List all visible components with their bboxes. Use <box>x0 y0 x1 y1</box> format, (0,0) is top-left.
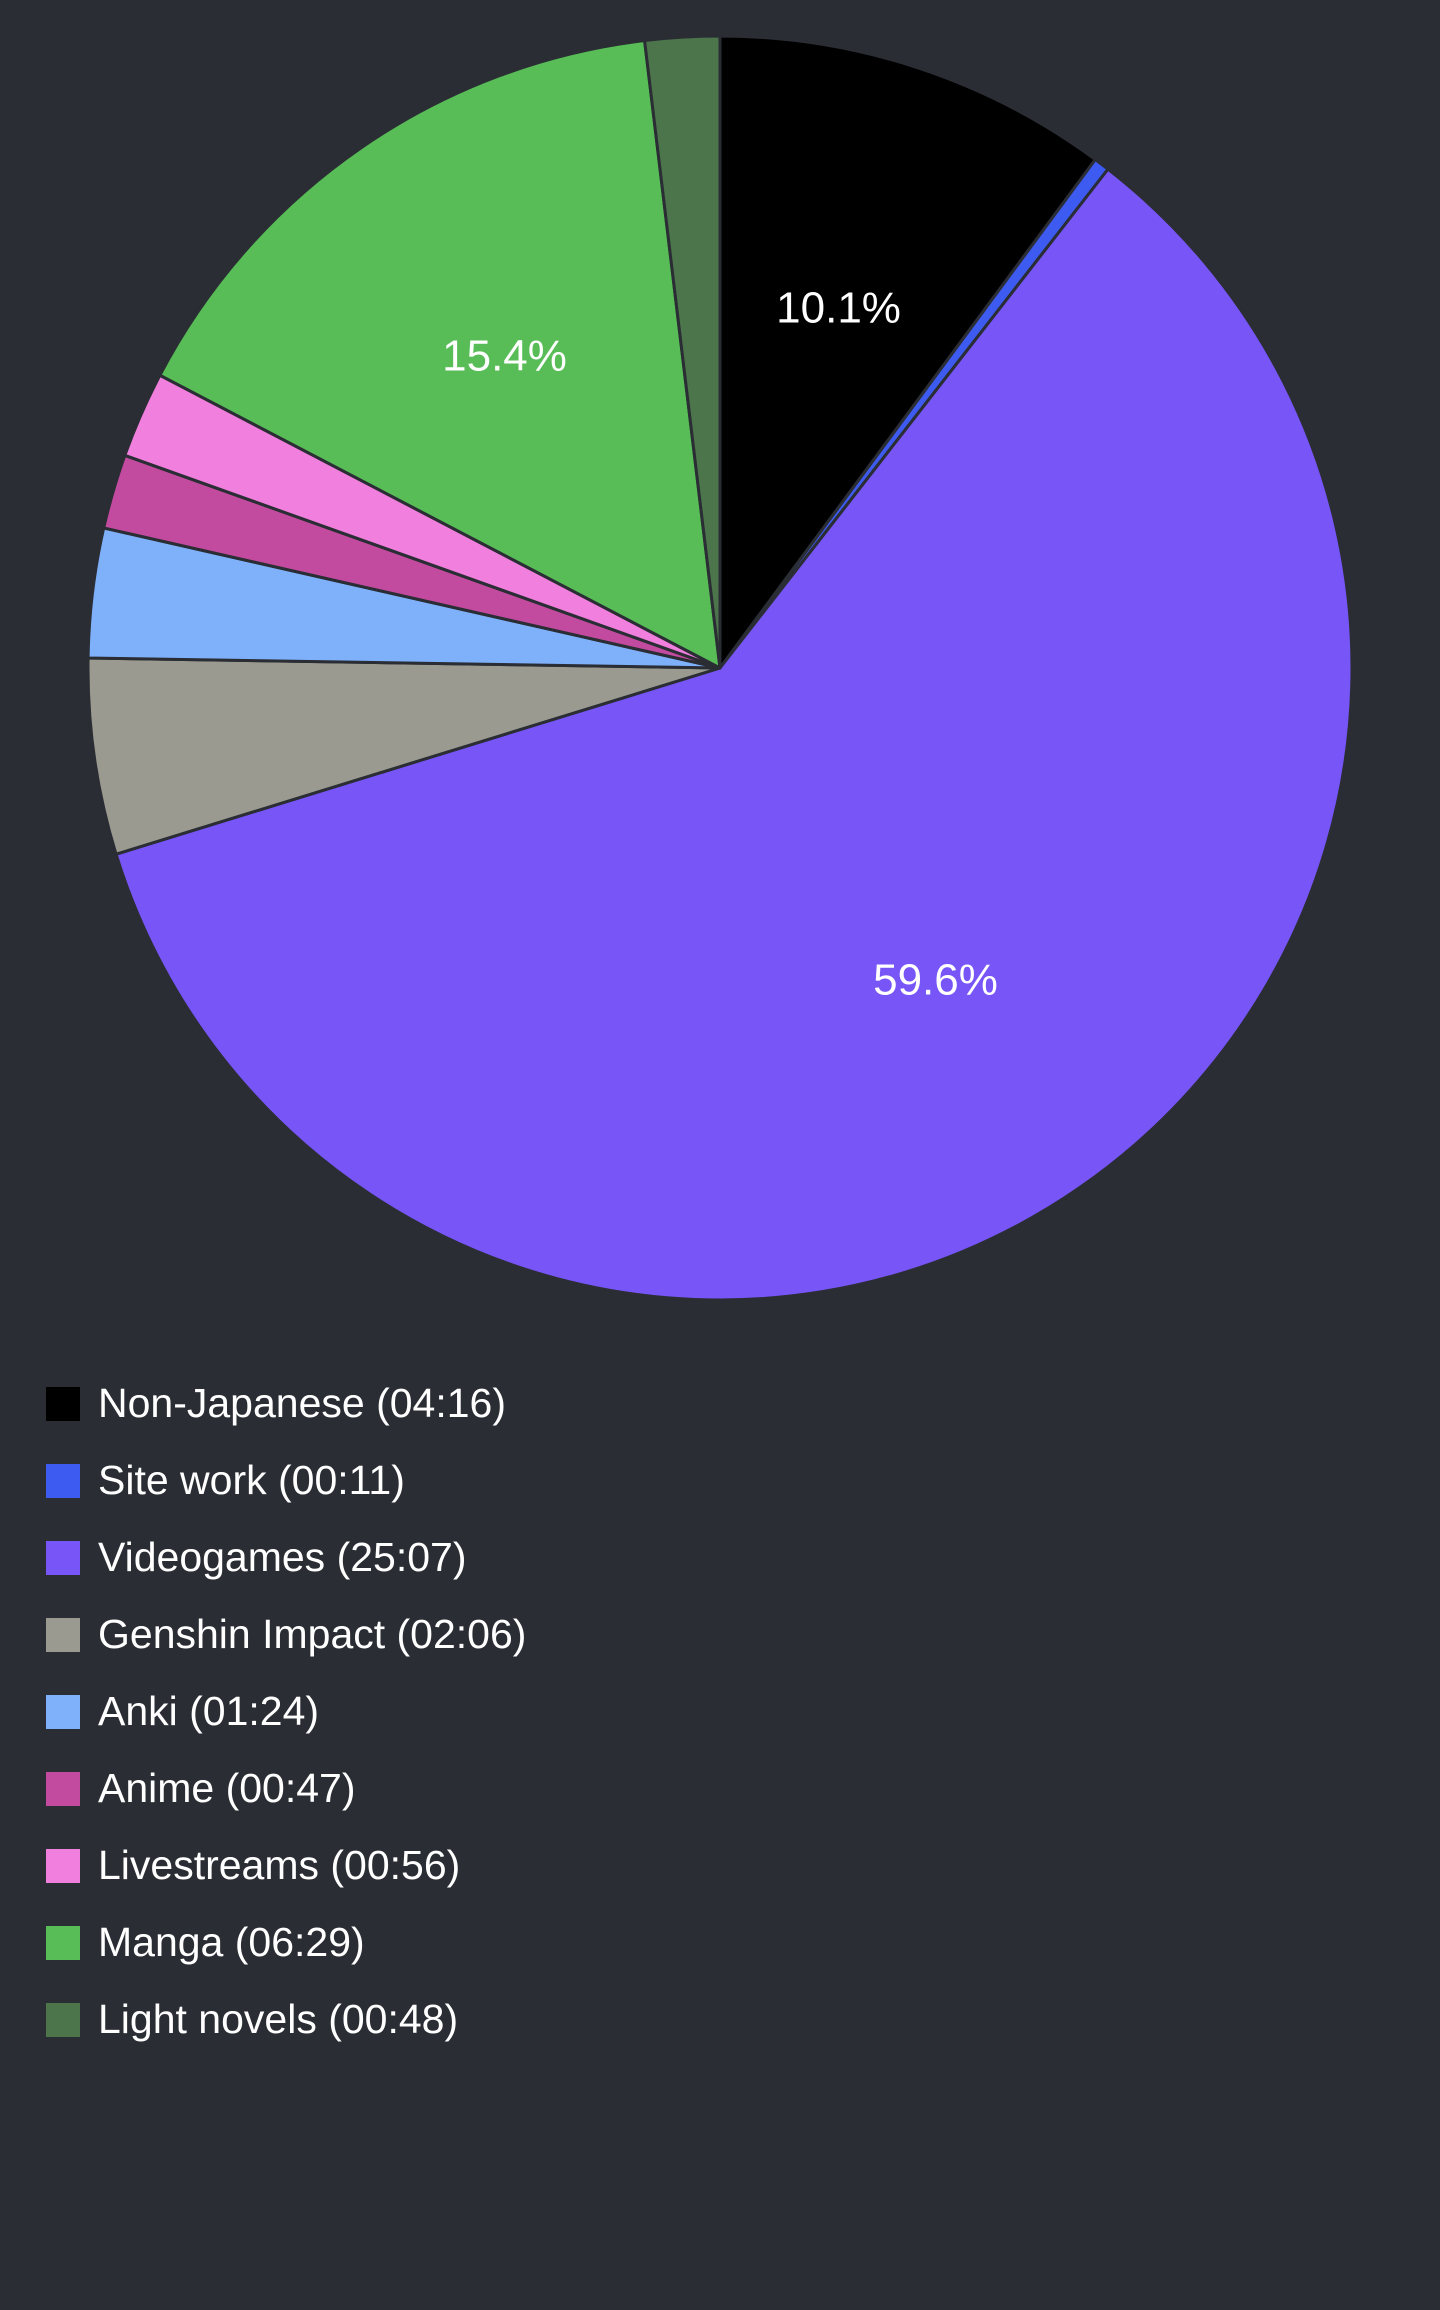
legend-item[interactable]: Light novels (00:48) <box>46 1981 526 2058</box>
legend-label: Light novels (00:48) <box>98 1996 459 2042</box>
legend-swatch <box>46 1848 80 1883</box>
legend-label: Genshin Impact (02:06) <box>98 1611 527 1657</box>
legend-item[interactable]: Non-Japanese (04:16) <box>46 1365 526 1442</box>
legend-item[interactable]: Videogames (25:07) <box>46 1519 526 1596</box>
legend-swatch <box>46 2002 80 2037</box>
legend-label: Non-Japanese (04:16) <box>98 1380 506 1426</box>
legend-swatch <box>46 1617 80 1652</box>
legend-item[interactable]: Site work (00:11) <box>46 1442 526 1519</box>
legend-item[interactable]: Livestreams (00:56) <box>46 1827 526 1904</box>
legend-item[interactable]: Anki (01:24) <box>46 1673 526 1750</box>
pie-slice-label: 15.4% <box>442 331 567 380</box>
legend-swatch <box>46 1771 80 1806</box>
pie-slice-label: 59.6% <box>873 956 998 1005</box>
pie-slices <box>86 34 1354 1302</box>
legend-label: Anime (00:47) <box>98 1765 356 1811</box>
legend-label: Videogames (25:07) <box>98 1534 467 1580</box>
legend-swatch <box>46 1463 80 1498</box>
legend-item[interactable]: Genshin Impact (02:06) <box>46 1596 526 1673</box>
legend-swatch <box>46 1925 80 1960</box>
chart-legend: Non-Japanese (04:16) Site work (00:11) Vid… <box>46 1365 526 2058</box>
legend-label: Livestreams (00:56) <box>98 1842 461 1888</box>
pie-slice-label: 10.1% <box>776 283 901 332</box>
legend-swatch <box>46 1694 80 1729</box>
legend-swatch <box>46 1386 80 1421</box>
legend-item[interactable]: Manga (06:29) <box>46 1904 526 1981</box>
legend-label: Manga (06:29) <box>98 1919 365 1965</box>
legend-label: Anki (01:24) <box>98 1688 320 1734</box>
legend-item[interactable]: Anime (00:47) <box>46 1750 526 1827</box>
legend-swatch <box>46 1540 80 1575</box>
legend-label: Site work (00:11) <box>98 1457 405 1503</box>
pie-chart: 10.1% 59.6% 15.4% <box>86 34 1354 1302</box>
